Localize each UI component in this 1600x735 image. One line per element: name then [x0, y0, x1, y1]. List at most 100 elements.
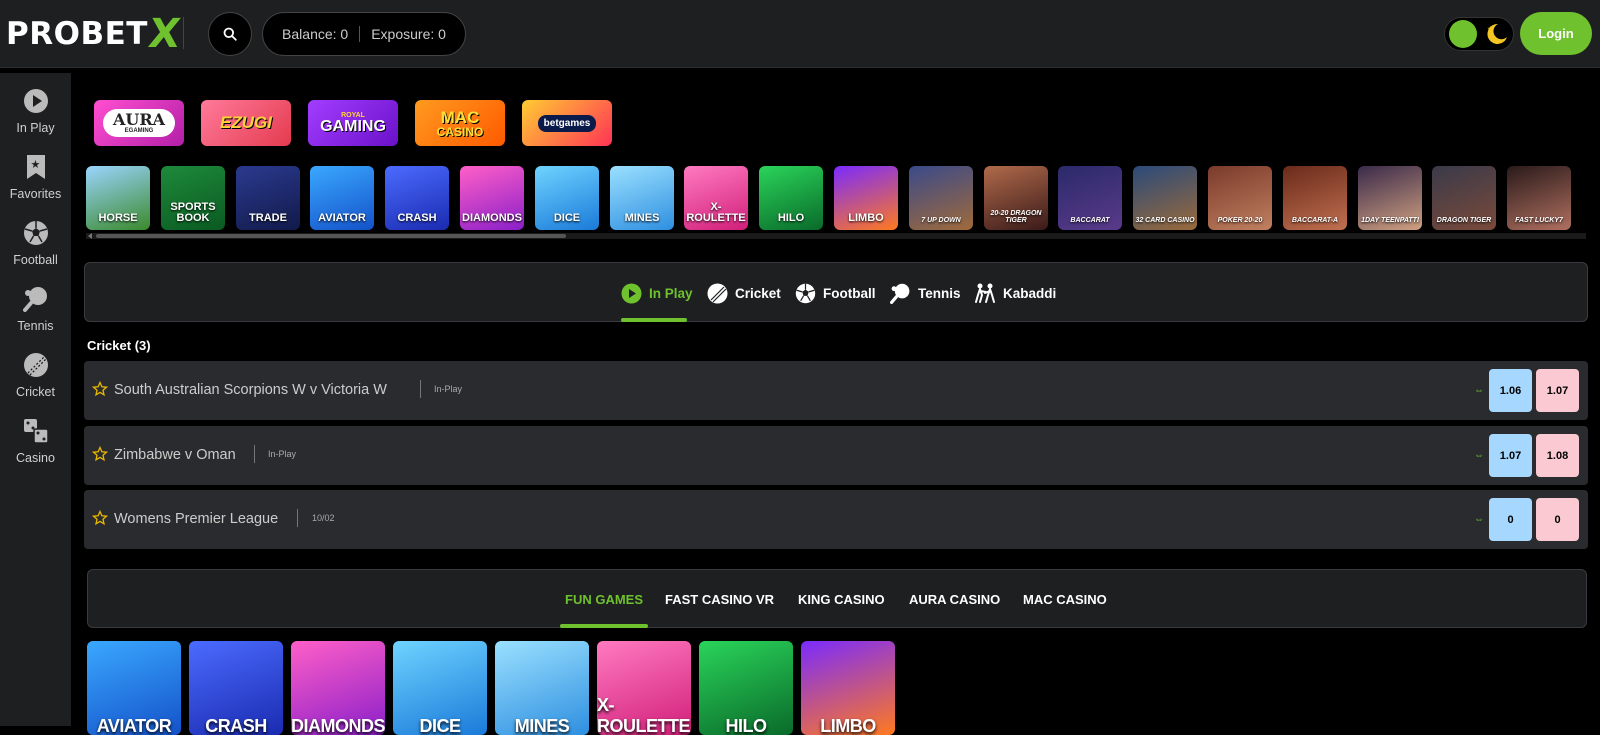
game-tile[interactable]: AVIATOR	[310, 166, 374, 230]
game-tile[interactable]: FAST LUCKY7	[1507, 166, 1571, 230]
active-tab-indicator	[560, 624, 648, 628]
game-tile[interactable]: 20-20 DRAGON TIGER	[984, 166, 1048, 230]
sidebar-item-in-play[interactable]: In Play	[0, 88, 71, 150]
match-name[interactable]: Zimbabwe v Oman	[114, 447, 236, 463]
sidebar-item-label: Football	[13, 253, 58, 267]
game-tile[interactable]: POKER 20-20	[1208, 166, 1272, 230]
sidebar-item-casino[interactable]: Casino	[0, 418, 71, 480]
game-tile[interactable]: TRADE	[236, 166, 300, 230]
game-tile[interactable]: SPORTS BOOK	[161, 166, 225, 230]
game-tile-label: DICE	[553, 212, 581, 224]
fun-game-tile[interactable]: LIMBO	[801, 641, 895, 735]
match-name[interactable]: South Australian Scorpions W v Victoria …	[114, 382, 387, 398]
game-tile-label: AVIATOR	[318, 212, 366, 224]
exposure-label: Exposure: 0	[371, 26, 446, 42]
tab-mac-casino[interactable]: MAC CASINO	[1023, 592, 1107, 607]
tab-fast-casino-vr[interactable]: FAST CASINO VR	[665, 592, 774, 607]
back-odds-button[interactable]: 1.07	[1489, 434, 1532, 477]
cricket-ball-icon	[706, 282, 728, 304]
sidebar-item-favorites[interactable]: ★ Favorites	[0, 154, 71, 216]
back-odds-button[interactable]: 1.06	[1489, 369, 1532, 412]
fun-game-tile[interactable]: X-ROULETTE	[597, 641, 691, 735]
tab-in-play[interactable]: In Play	[620, 280, 693, 306]
match-status: 10/02	[312, 513, 335, 523]
game-tile[interactable]: BACCARAT	[1058, 166, 1122, 230]
provider-sub: CASINO	[436, 124, 484, 139]
game-tile[interactable]: 7 UP DOWN	[909, 166, 973, 230]
lay-odds-button[interactable]: 1.08	[1536, 434, 1579, 477]
provider-label: GAMING	[320, 117, 386, 135]
fun-game-tile[interactable]: MINES	[495, 641, 589, 735]
match-row[interactable]: South Australian Scorpions W v Victoria …	[84, 361, 1588, 420]
top-header: PROBET X Balance: 0 Exposure: 0 ★ Login	[0, 0, 1600, 68]
svg-text:★: ★	[30, 159, 40, 171]
tab-football[interactable]: Football	[794, 280, 876, 306]
game-tile[interactable]: CRASH	[385, 166, 449, 230]
game-tile-label: 1DAY TEENPATTI	[1361, 217, 1419, 224]
fun-game-tile[interactable]: HILO	[699, 641, 793, 735]
horizontal-scrollbar[interactable]	[86, 233, 1586, 239]
game-tile[interactable]: HILO	[759, 166, 823, 230]
casino-dice-icon	[23, 418, 49, 444]
football-icon	[23, 220, 49, 246]
lay-odds-button[interactable]: 0	[1536, 498, 1579, 541]
game-tile[interactable]: LIMBO	[834, 166, 898, 230]
provider-label: MAC	[440, 107, 480, 127]
tab-cricket[interactable]: Cricket	[706, 280, 781, 306]
game-tile[interactable]: X-ROULETTE	[684, 166, 748, 230]
fun-game-tile[interactable]: AVIATOR	[87, 641, 181, 735]
game-tile[interactable]: DICE	[535, 166, 599, 230]
login-button[interactable]: Login	[1520, 12, 1592, 55]
sidebar-item-cricket[interactable]: Cricket	[0, 352, 71, 414]
search-button[interactable]	[208, 12, 252, 56]
game-tile[interactable]: HORSE	[86, 166, 150, 230]
logo-text: PROBET	[6, 16, 148, 52]
casino-tabs-panel: FUN GAMES FAST CASINO VR KING CASINO AUR…	[87, 569, 1587, 628]
game-tile[interactable]: 32 CARD CASINO	[1133, 166, 1197, 230]
scroll-left-arrow-icon[interactable]	[87, 233, 93, 239]
game-tile[interactable]: DIAMONDS	[460, 166, 524, 230]
sidebar-item-football[interactable]: Football	[0, 220, 71, 282]
provider-mac-casino[interactable]: MAC CASINO	[415, 100, 505, 146]
play-circle-icon	[23, 88, 49, 114]
provider-aura[interactable]: AURA EGAMING	[94, 100, 184, 146]
lay-odds-button[interactable]: 1.07	[1536, 369, 1579, 412]
play-circle-icon	[620, 282, 642, 304]
favorite-star-icon[interactable]	[92, 446, 108, 462]
fun-game-tile[interactable]: CRASH	[189, 641, 283, 735]
tab-aura-casino[interactable]: AURA CASINO	[909, 592, 1000, 607]
match-row[interactable]: Womens Premier League 10/02 ⇔ 0 0	[84, 490, 1588, 549]
favorite-star-icon[interactable]	[92, 381, 108, 397]
game-tile[interactable]: MINES	[610, 166, 674, 230]
match-separator	[420, 380, 421, 398]
provider-betgames[interactable]: betgames	[522, 100, 612, 146]
game-tile[interactable]: 1DAY TEENPATTI	[1358, 166, 1422, 230]
provider-label: betgames	[537, 114, 597, 132]
fun-game-tile[interactable]: DIAMONDS	[291, 641, 385, 735]
tab-kabaddi[interactable]: Kabaddi	[974, 280, 1056, 306]
probetx-logo[interactable]: PROBET X	[6, 11, 183, 57]
tab-king-casino[interactable]: KING CASINO	[798, 592, 885, 607]
match-row[interactable]: Zimbabwe v Oman In-Play ⇔ 1.07 1.08	[84, 426, 1588, 485]
sidebar-item-label: Favorites	[9, 187, 62, 201]
tab-tennis[interactable]: Tennis	[889, 280, 961, 306]
game-tile-label: HORSE	[98, 212, 138, 224]
provider-label: AURA	[112, 110, 166, 129]
back-odds-button[interactable]: 0	[1489, 498, 1532, 541]
tab-fun-games[interactable]: FUN GAMES	[565, 592, 643, 607]
provider-ezugi[interactable]: EZUGI	[201, 100, 291, 146]
fun-game-label: X-ROULETTE	[597, 695, 691, 735]
game-tile-label: 32 CARD CASINO	[1135, 217, 1195, 224]
sport-tabs-panel: In Play Cricket Football Tennis Kabaddi	[84, 262, 1588, 322]
provider-royal-gaming[interactable]: ROYAL GAMING	[308, 100, 398, 146]
theme-toggle[interactable]: ★	[1444, 17, 1514, 51]
tennis-racket-icon	[889, 282, 911, 304]
scrollbar-thumb[interactable]	[96, 234, 566, 238]
search-icon	[223, 27, 237, 41]
game-tile[interactable]: BACCARAT-A	[1283, 166, 1347, 230]
favorite-star-icon[interactable]	[92, 510, 108, 526]
match-name[interactable]: Womens Premier League	[114, 511, 278, 527]
game-tile[interactable]: DRAGON TIGER	[1432, 166, 1496, 230]
sidebar-item-tennis[interactable]: Tennis	[0, 286, 71, 348]
fun-game-tile[interactable]: DICE	[393, 641, 487, 735]
